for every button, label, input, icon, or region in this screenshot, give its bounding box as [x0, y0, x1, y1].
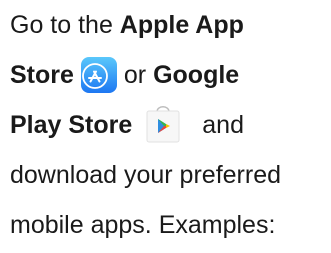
app-store-icon [80, 57, 117, 93]
text-go-to: Go to the [10, 11, 120, 39]
text-store: Store [10, 61, 74, 89]
text-line-5: mobile apps. Examples: [10, 200, 331, 250]
text-google: Google [153, 61, 240, 89]
text-or: or [123, 61, 154, 89]
text-apple-app: Apple App [119, 11, 244, 39]
text-line-4: download your preferred [10, 150, 331, 200]
text-mobile-apps: mobile apps. Examples: [10, 211, 276, 239]
text-play-store: Play Store [10, 111, 133, 139]
text-line-1: Go to the Apple App [10, 0, 331, 50]
google-play-store-icon [144, 103, 182, 143]
instruction-paragraph: Go to the Apple App Store or Google Play… [10, 0, 331, 250]
text-line-3: Play Store and [10, 100, 331, 150]
text-and: and [202, 111, 244, 139]
text-download: download your preferred [10, 161, 281, 189]
text-line-2: Store or Google [10, 50, 331, 100]
